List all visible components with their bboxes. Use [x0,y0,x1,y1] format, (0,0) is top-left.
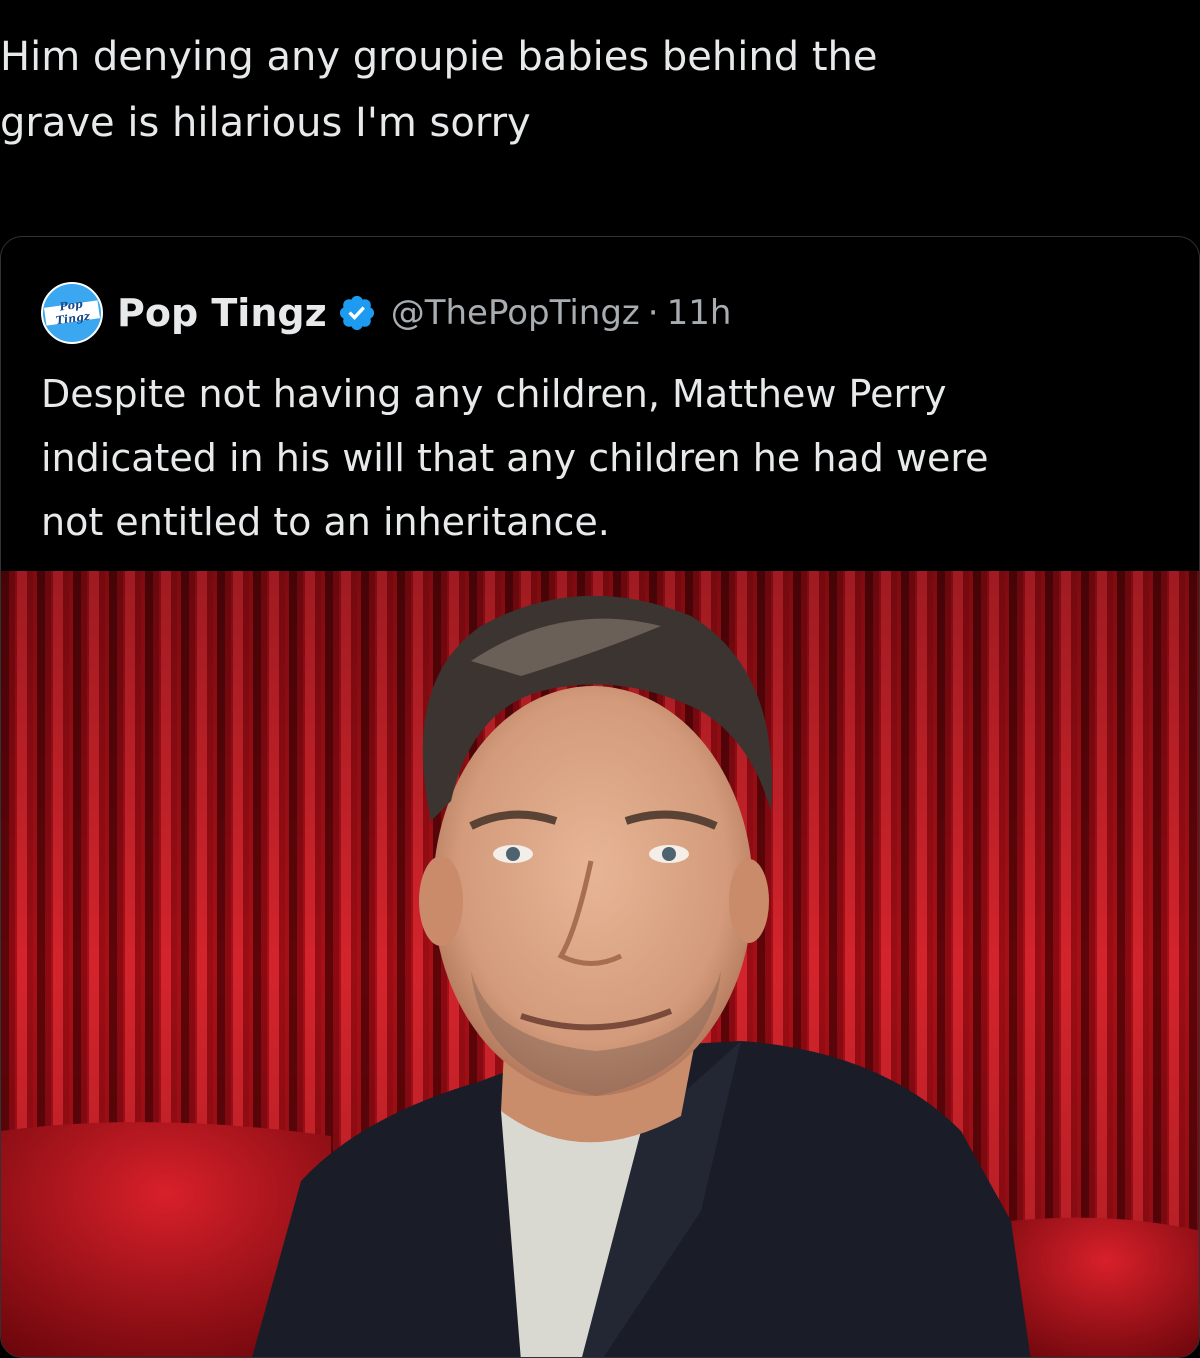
post-text-line: grave is hilarious I'm sorry [0,100,531,146]
quoted-post-header: Pop Tingz Pop Tingz @ThePopTingz · 11h [41,282,732,344]
avatar[interactable]: Pop Tingz [41,282,103,344]
display-name[interactable]: Pop Tingz [117,291,327,335]
quoted-text-line: not entitled to an inheritance. [41,500,610,544]
couch-right [1011,1217,1199,1357]
post-text: Him denying any groupie babies behind th… [0,24,1150,156]
timestamp[interactable]: 11h [667,293,732,333]
quoted-post-text: Despite not having any children, Matthew… [41,362,1161,554]
post-text-line: Him denying any groupie babies behind th… [0,34,878,80]
avatar-logo-text: Pop Tingz [43,295,101,329]
separator-dot: · [647,293,659,333]
quoted-post-card[interactable]: Pop Tingz Pop Tingz @ThePopTingz · 11h D… [0,236,1200,1358]
quoted-text-line: Despite not having any children, Matthew… [41,372,947,416]
handle[interactable]: @ThePopTingz [391,293,640,333]
quoted-text-line: indicated in his will that any children … [41,436,989,480]
verified-badge-icon [339,295,374,331]
photo-illustration [1,571,1199,1357]
post-photo[interactable] [1,571,1199,1357]
face [433,686,753,1096]
